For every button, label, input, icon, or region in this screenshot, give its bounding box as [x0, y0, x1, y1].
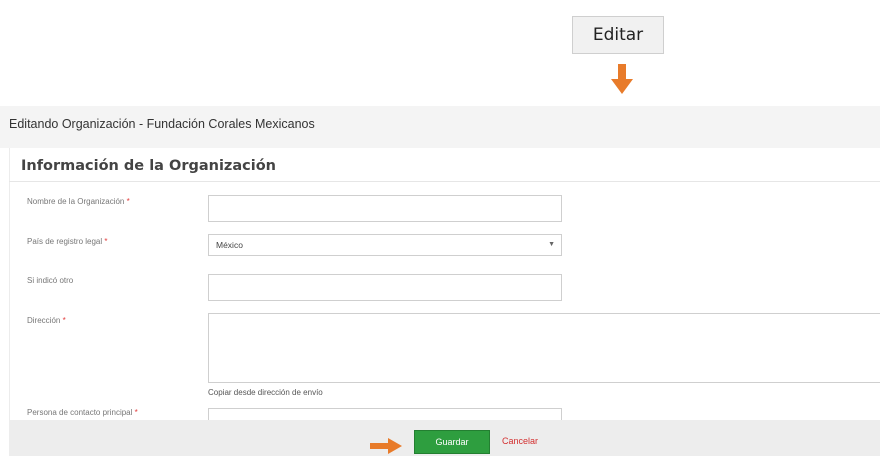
arrow-down-icon: [611, 64, 633, 94]
other-country-input[interactable]: [208, 274, 562, 301]
contact-person-label-text: Persona de contacto principal: [27, 408, 133, 417]
section-divider: [9, 181, 880, 182]
address-label: Dirección *: [27, 316, 66, 325]
organization-name-label-text: Nombre de la Organización: [27, 197, 125, 206]
country-label-text: País de registro legal: [27, 237, 103, 246]
address-label-text: Dirección: [27, 316, 61, 325]
country-select-value: México: [216, 240, 243, 250]
caret-down-icon: ▼: [548, 241, 555, 248]
editar-button[interactable]: Editar: [572, 16, 664, 54]
organization-name-label: Nombre de la Organización *: [27, 197, 130, 206]
copy-address-link[interactable]: Copiar desde dirección de envío: [208, 388, 323, 397]
required-mark: *: [62, 316, 66, 325]
contact-person-label: Persona de contacto principal *: [27, 408, 138, 417]
arrow-right-icon: [370, 438, 402, 454]
other-country-label-text: Si indicó otro: [27, 276, 74, 285]
save-button[interactable]: Guardar: [414, 430, 490, 454]
other-country-label: Si indicó otro: [27, 276, 73, 285]
organization-name-input[interactable]: [208, 195, 562, 222]
page-title: Editando Organización - Fundación Corale…: [9, 117, 315, 131]
country-select[interactable]: México ▼: [208, 234, 562, 256]
country-label: País de registro legal *: [27, 237, 108, 246]
required-mark: *: [134, 408, 138, 417]
address-textarea[interactable]: [208, 313, 880, 383]
required-mark: *: [104, 237, 108, 246]
cancel-link[interactable]: Cancelar: [502, 436, 538, 446]
section-title: Información de la Organización: [21, 158, 277, 174]
required-mark: *: [126, 197, 130, 206]
